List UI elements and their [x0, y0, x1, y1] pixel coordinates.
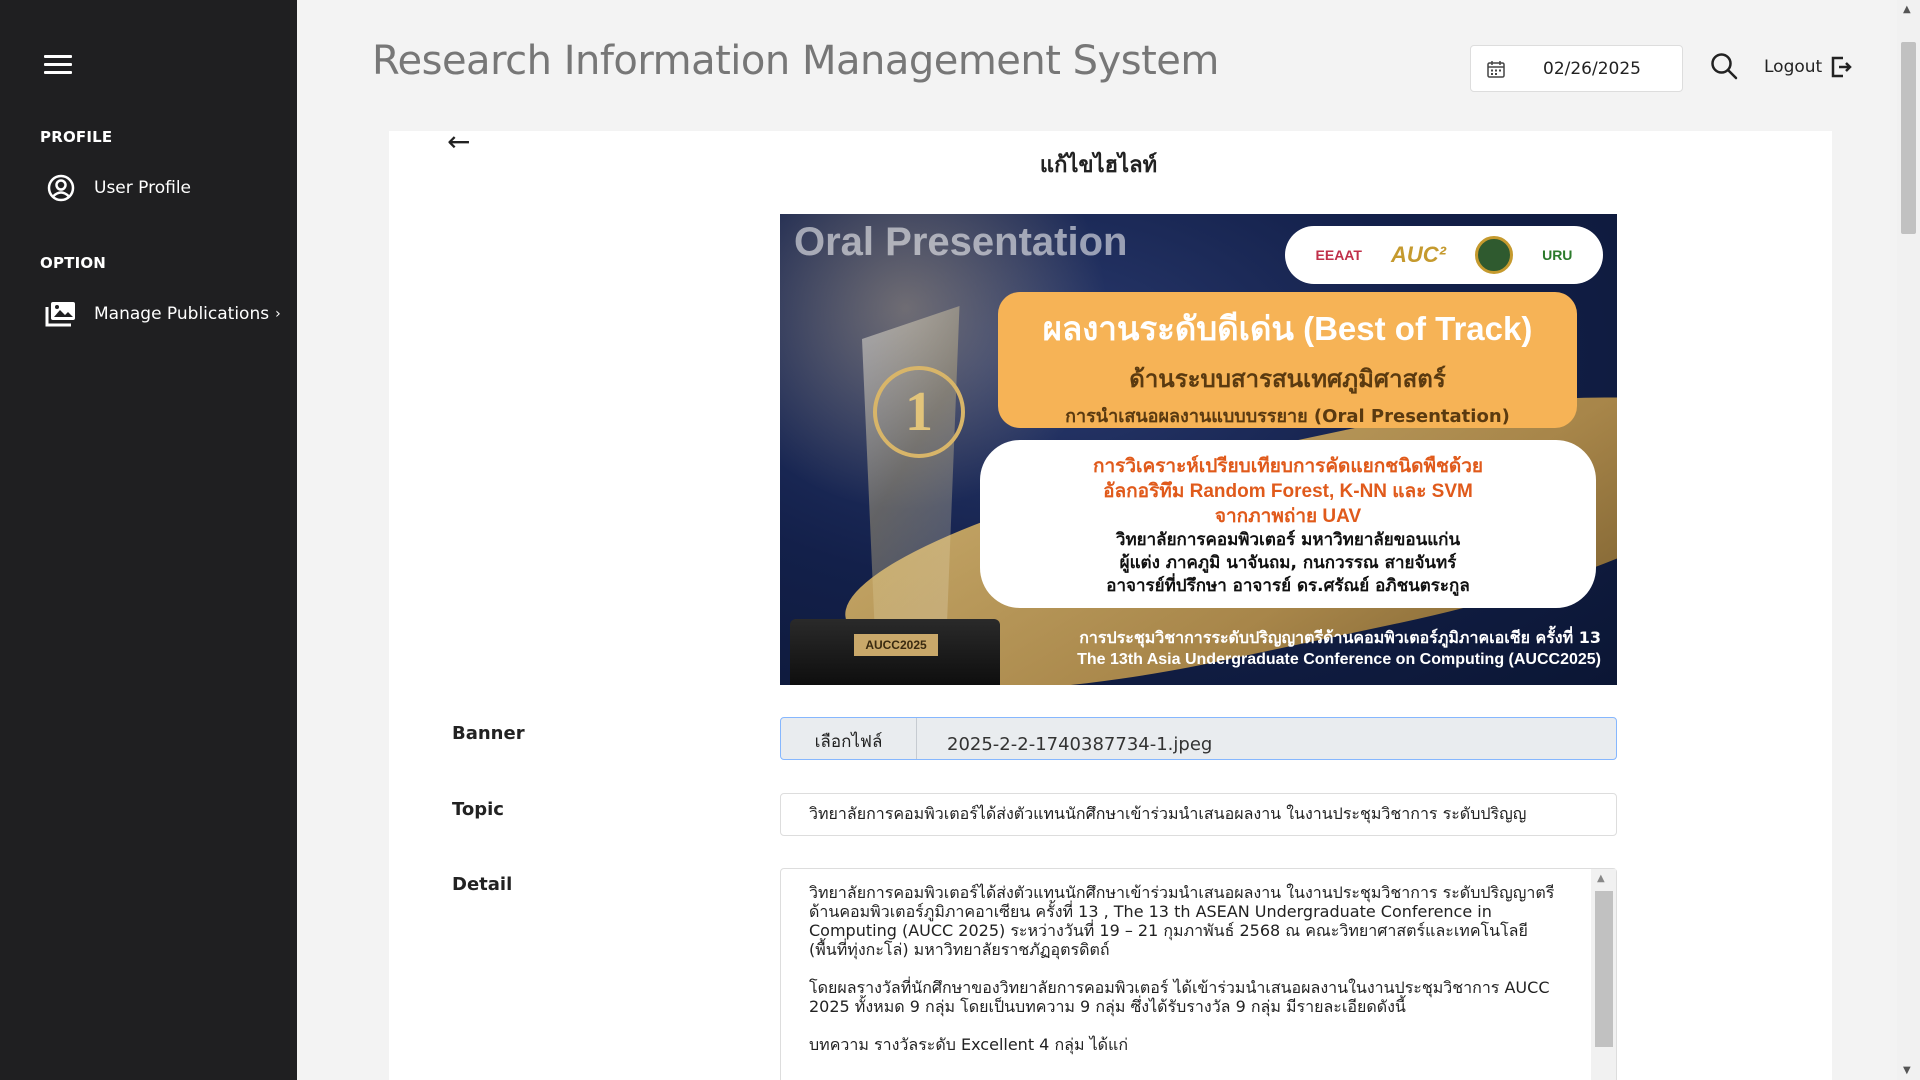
- user-circle-icon: [44, 173, 78, 203]
- page-scrollbar[interactable]: ▲ ▼: [1897, 0, 1920, 1080]
- banner-file-input[interactable]: เลือกไฟล์ 2025-2-2-1740387734-1.jpeg: [780, 717, 1617, 760]
- sidebar-item-user-profile[interactable]: User Profile: [44, 173, 191, 203]
- sidebar-item-manage-publications[interactable]: Manage Publications ›: [44, 299, 281, 329]
- paper-info-box: การวิเคราะห์เปรียบเทียบการคัดแยกชนิดพืชด…: [980, 440, 1596, 608]
- logo-auc: AUC²: [1390, 242, 1446, 267]
- paper-title-line-3: จากภาพถ่าย UAV: [1214, 506, 1362, 527]
- logout-button[interactable]: Logout: [1764, 55, 1852, 79]
- logout-label: Logout: [1764, 57, 1823, 77]
- banner-label: Banner: [452, 723, 525, 744]
- award-line-3: การนำเสนอผลงานแบบบรรยาย (Oral Presentati…: [1065, 406, 1510, 427]
- edit-highlight-card: ← แก้ไขไฮไลท์ Oral Presentation EEAAT AU…: [389, 125, 1832, 1080]
- detail-textarea[interactable]: วิทยาลัยการคอมพิวเตอร์ได้ส่งตัวแทนนักศึก…: [780, 868, 1617, 1080]
- trophy-plate: AUCC2025: [854, 634, 938, 656]
- date-picker[interactable]: 02/26/2025: [1470, 45, 1683, 92]
- scroll-up-icon[interactable]: ▲: [1903, 4, 1911, 15]
- detail-label: Detail: [452, 874, 513, 895]
- sidebar-section-profile: PROFILE: [40, 128, 113, 146]
- detail-paragraph-2: โดยผลรางวัลที่นักศึกษาของวิทยาลัยการคอมพ…: [809, 978, 1550, 1016]
- authors: ผู้แต่ง ภาคภูมิ นาจันถม, กนกวรรณ สายจันท…: [1119, 553, 1457, 573]
- detail-paragraph-3: บทความ รางวัลระดับ Excellent 4 กลุ่ม ได้…: [809, 1035, 1129, 1054]
- sidebar: PROFILE User Profile OPTION Manage Publi…: [0, 0, 297, 1080]
- logo-eeaat: EEAAT: [1315, 247, 1362, 263]
- page-title: แก้ไขไฮไลท์: [1039, 153, 1158, 178]
- chevron-right-icon: ›: [275, 306, 281, 322]
- calendar-icon: [1487, 60, 1505, 78]
- logout-icon: [1831, 56, 1852, 78]
- sidebar-item-label: Manage Publications: [94, 304, 270, 324]
- topic-label: Topic: [452, 799, 504, 820]
- conference-th: การประชุมวิชาการระดับปริญญาตรีด้านคอมพิว…: [1079, 628, 1601, 647]
- detail-scrollbar[interactable]: ▲: [1591, 869, 1616, 1080]
- sidebar-section-option: OPTION: [40, 254, 107, 272]
- paper-title-line-1: การวิเคราะห์เปรียบเทียบการคัดแยกชนิดพืชด…: [1092, 456, 1484, 477]
- paper-title-line-2: อัลกอริทึม Random Forest, K-NN และ SVM: [1103, 481, 1473, 502]
- choose-file-button[interactable]: เลือกไฟล์: [781, 718, 917, 759]
- conference-text: การประชุมวิชาการระดับปริญญาตรีด้านคอมพิว…: [1077, 626, 1601, 669]
- detail-paragraph-1: วิทยาลัยการคอมพิวเตอร์ได้ส่งตัวแทนนักศึก…: [809, 883, 1555, 959]
- photo-library-icon: [44, 299, 78, 329]
- topic-input[interactable]: วิทยาลัยการคอมพิวเตอร์ได้ส่งตัวแทนนักศึก…: [780, 793, 1617, 836]
- date-value: 02/26/2025: [1543, 58, 1641, 79]
- logo-uru: URU: [1542, 247, 1573, 263]
- file-name: 2025-2-2-1740387734-1.jpeg: [947, 734, 1213, 755]
- college-name: วิทยาลัยการคอมพิวเตอร์ มหาวิทยาลัยขอนแก่…: [1115, 530, 1461, 550]
- scroll-up-icon[interactable]: ▲: [1597, 873, 1605, 884]
- banner-logos: EEAAT AUC² URU: [1285, 226, 1603, 284]
- banner-oral-text: Oral Presentation: [794, 220, 1128, 264]
- search-icon[interactable]: [1710, 52, 1738, 80]
- award-line-1: ผลงานระดับดีเด่น (Best of Track): [1042, 310, 1533, 347]
- trophy-number: 1: [873, 366, 965, 458]
- app-title: Research Information Management System: [372, 38, 1219, 84]
- conference-en: The 13th Asia Undergraduate Conference o…: [1077, 651, 1601, 668]
- logo-seal-icon: [1475, 236, 1514, 274]
- scroll-down-icon[interactable]: ▼: [1903, 1065, 1911, 1076]
- award-line-2: ด้านระบบสารสนเทศภูมิศาสตร์: [1129, 365, 1446, 393]
- sidebar-item-label: User Profile: [94, 178, 192, 198]
- award-box: ผลงานระดับดีเด่น (Best of Track) ด้านระบ…: [998, 292, 1577, 428]
- menu-toggle-icon[interactable]: [44, 55, 72, 75]
- advisor: อาจารย์ที่ปรึกษา อาจารย์ ดร.ศรัณย์ อภิชน…: [1106, 576, 1470, 596]
- banner-preview-image: Oral Presentation EEAAT AUC² URU 1 AUCC2…: [780, 214, 1617, 685]
